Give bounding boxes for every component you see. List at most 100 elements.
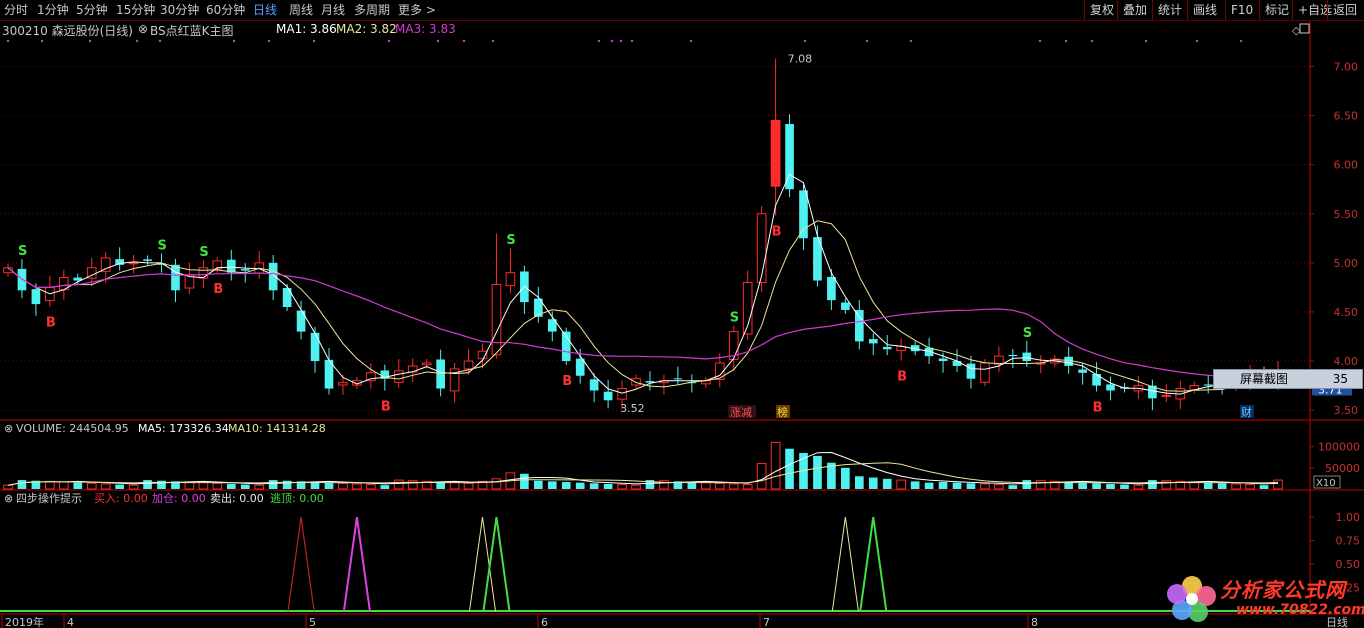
volume-bar-25 <box>352 483 362 490</box>
candle-body-76 <box>1064 356 1073 366</box>
candle-body-16 <box>226 259 236 273</box>
candle-body-33 <box>463 360 474 370</box>
candle-body-10 <box>143 259 152 261</box>
volume-bar-71 <box>994 484 1004 490</box>
high-label: 7.08 <box>788 53 813 66</box>
site-logo: 分析家公式网 www.70822.com <box>1162 570 1364 624</box>
candle-body-7 <box>100 257 111 272</box>
time-label-0: 2019年 <box>5 615 44 628</box>
sell-signal-5: S <box>1023 326 1032 341</box>
time-label-2: 5 <box>309 616 316 628</box>
top-dot-23 <box>1144 39 1148 43</box>
tag2: 榜 <box>777 405 788 419</box>
volume-bar-63 <box>882 478 892 489</box>
sell-signal-2: S <box>199 245 208 260</box>
volume-bar-28 <box>393 479 404 490</box>
volume-ma5-line <box>7 451 1279 486</box>
signal-settings-icon: ⊗ <box>4 492 13 505</box>
sell-signal-1: S <box>158 238 167 253</box>
buy-signal-2: B <box>381 400 391 415</box>
top-dot-12 <box>597 39 601 43</box>
candle-body-77 <box>1078 369 1087 373</box>
volume-bar-3 <box>45 480 55 490</box>
kline-chart[interactable]: 7.006.506.005.505.004.504.003.503.71BBBB… <box>0 0 1364 628</box>
price-tick-label-5: 4.50 <box>1334 306 1359 319</box>
candle-body-57 <box>799 190 808 239</box>
logo-text: 分析家公式网 <box>1220 578 1346 602</box>
candle-body-17 <box>240 269 250 271</box>
volume-bar-70 <box>980 483 990 490</box>
sell-signal-3: S <box>506 233 515 248</box>
volume-bar-67 <box>938 482 948 489</box>
volume-bar-91 <box>1273 479 1283 490</box>
candle-body-9 <box>128 262 139 265</box>
candle-body-2 <box>31 289 41 305</box>
top-dot-17 <box>803 39 807 43</box>
top-dot-13 <box>610 39 614 43</box>
volume-bar-51 <box>714 482 725 490</box>
volume-bar-69 <box>966 483 976 489</box>
candle-body-highlight <box>771 120 780 187</box>
volume-bar-14 <box>198 482 209 490</box>
volume-bar-53 <box>742 484 753 490</box>
signal-add: 加仓: 0.00 <box>152 491 206 505</box>
volume-bar-6 <box>86 482 97 490</box>
candle-body-56 <box>785 124 794 190</box>
buy-signal-5: B <box>897 369 907 384</box>
candle-body-44 <box>617 388 627 400</box>
volume-bar-40 <box>561 482 571 489</box>
price-tick-label-4: 5.00 <box>1334 257 1359 270</box>
time-label-5: 8 <box>1031 616 1038 628</box>
candle-body-43 <box>603 391 613 401</box>
candle-body-31 <box>436 359 445 389</box>
sell-signal-0: S <box>18 244 27 259</box>
candle-body-68 <box>952 361 962 366</box>
top-dot-3 <box>135 39 139 43</box>
buy-signal-3: B <box>562 374 572 389</box>
buy-signal-4: B <box>772 224 782 239</box>
time-label-4: 7 <box>763 616 770 628</box>
top-dot-1 <box>40 39 44 43</box>
signal-tick-label-1: 0.75 <box>1336 535 1361 548</box>
top-dot-10 <box>462 39 466 43</box>
price-tick-label-3: 5.50 <box>1334 208 1359 221</box>
volume-bar-32 <box>449 482 460 490</box>
candle-body-41 <box>575 358 585 376</box>
candle-body-24 <box>338 382 348 386</box>
volume-bar-61 <box>854 476 864 489</box>
price-tick-label-0: 7.00 <box>1334 60 1359 73</box>
volume-bar-80 <box>1120 484 1129 489</box>
volume-bar-73 <box>1022 480 1032 489</box>
top-dot-20 <box>1038 39 1042 43</box>
volume-ma5: MA5: 173326.34 <box>138 422 229 435</box>
volume-bar-50 <box>700 482 711 490</box>
volume-bar-8 <box>115 484 124 489</box>
top-dot-2 <box>88 39 92 43</box>
volume-bar-65 <box>910 481 920 489</box>
volume-bar-64 <box>896 479 907 490</box>
candle-body-73 <box>1022 352 1032 362</box>
volume-tick-label-1: 50000 <box>1325 462 1360 475</box>
sell-spike-0 <box>469 517 497 612</box>
top-dot-9 <box>436 39 440 43</box>
screenshot-popup[interactable]: 屏幕截图 35 <box>1213 369 1363 389</box>
volume-bar-68 <box>952 482 962 489</box>
volume-bar-23 <box>324 482 334 489</box>
sell-spike-1 <box>831 517 859 612</box>
candle-body-21 <box>296 310 306 332</box>
volume-bar-1 <box>17 480 27 489</box>
volume-bar-26 <box>366 484 376 490</box>
candle-body-28 <box>393 370 404 383</box>
price-tick-label-2: 6.00 <box>1334 159 1359 172</box>
window-icon <box>1299 23 1310 34</box>
volume-bar-87 <box>1217 483 1227 489</box>
candle-body-60 <box>841 302 850 310</box>
volume-bar-74 <box>1035 480 1046 490</box>
escape-spike-0 <box>482 516 511 612</box>
volume-bar-62 <box>868 477 878 489</box>
top-dot-24 <box>1195 39 1199 43</box>
logo-url: www.70822.com <box>1236 602 1364 618</box>
volume-bar-58 <box>813 455 822 489</box>
buy-signal-0: B <box>46 315 56 330</box>
volume-bar-4 <box>58 481 69 490</box>
